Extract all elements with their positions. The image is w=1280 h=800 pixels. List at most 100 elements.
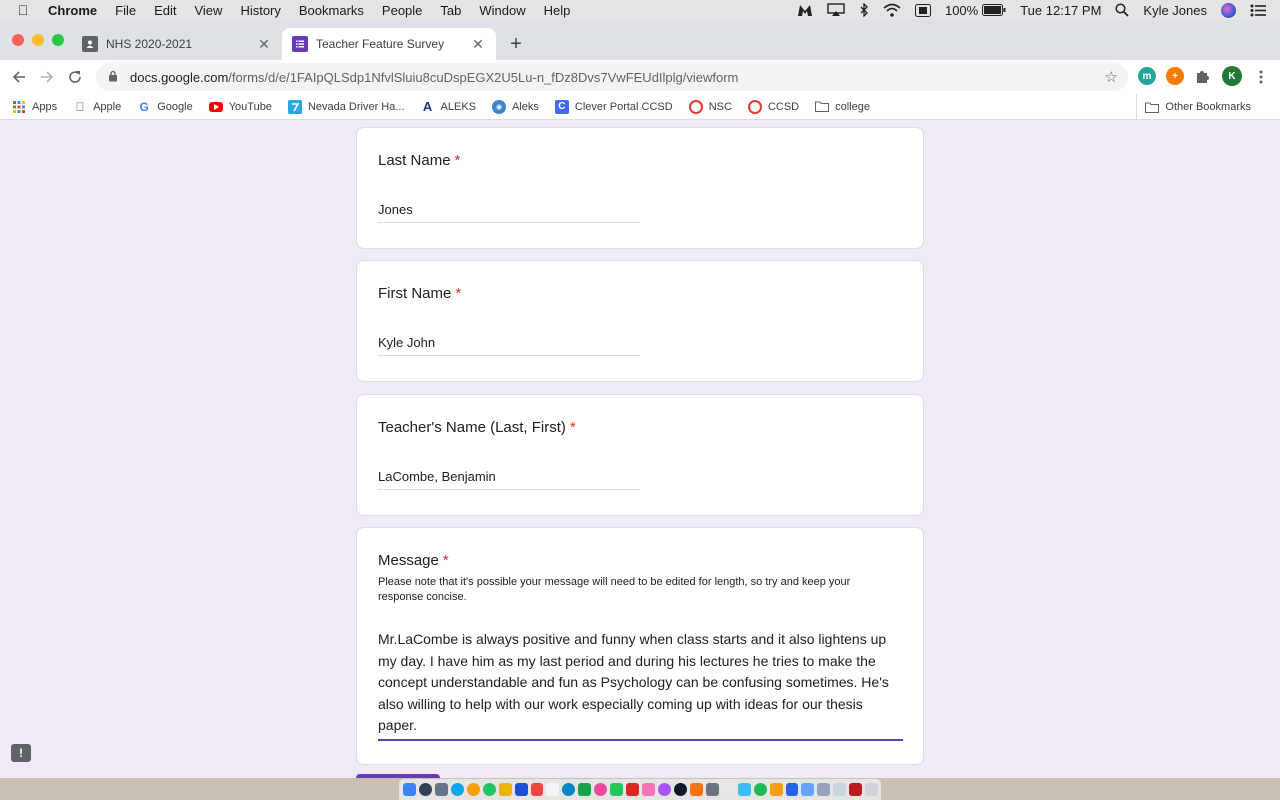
messages-icon[interactable] — [610, 783, 624, 796]
other-bookmarks-folder[interactable]: Other Bookmarks — [1136, 94, 1251, 120]
calendar-icon[interactable] — [914, 3, 931, 17]
airplay-icon[interactable] — [827, 3, 845, 17]
menu-window[interactable]: Window — [479, 3, 525, 18]
menu-history[interactable]: History — [240, 3, 280, 18]
launchpad-icon[interactable] — [418, 783, 432, 796]
menu-edit[interactable]: Edit — [154, 3, 176, 18]
chrome-dock-icon[interactable] — [466, 783, 480, 796]
bookmark-google[interactable]: G Google — [137, 100, 193, 114]
reload-icon[interactable] — [64, 66, 86, 88]
tv-icon[interactable] — [673, 783, 687, 796]
tab-teacher-feature-survey[interactable]: Teacher Feature Survey ✕ — [282, 28, 496, 60]
spotify-icon[interactable] — [753, 783, 767, 796]
bookmark-nsc[interactable]: NSC — [688, 99, 732, 114]
extension-plus-icon[interactable]: + — [1166, 67, 1184, 85]
maps-icon[interactable] — [578, 783, 592, 796]
bookmark-folder-college[interactable]: college — [815, 100, 870, 114]
menu-file[interactable]: File — [115, 3, 136, 18]
system-preferences-icon[interactable] — [705, 783, 719, 796]
bookmark-apps[interactable]: Apps — [12, 100, 57, 114]
back-arrow-icon[interactable] — [8, 66, 30, 88]
news-icon[interactable] — [626, 783, 640, 796]
clever-c-icon: C — [554, 99, 569, 114]
app-icon[interactable] — [737, 783, 751, 796]
last-name-input[interactable]: Jones — [378, 202, 640, 223]
bookmark-nevada-driver[interactable]: Nevada Driver Ha... — [287, 99, 405, 114]
menubar-user[interactable]: Kyle Jones — [1143, 3, 1207, 18]
bluetooth-icon[interactable] — [859, 3, 869, 17]
apple-icon[interactable]:  — [14, 2, 32, 18]
macos-menu-bar:  Chrome File Edit View History Bookmark… — [0, 0, 1280, 20]
app-icon[interactable] — [482, 783, 496, 796]
menu-tab[interactable]: Tab — [440, 3, 461, 18]
app-icon[interactable] — [849, 783, 863, 796]
spotlight-icon[interactable] — [1115, 3, 1130, 17]
google-forms-icon — [292, 36, 308, 52]
nsc-icon — [688, 99, 703, 114]
report-feedback-icon[interactable]: ! — [11, 744, 31, 762]
tab-nhs[interactable]: NHS 2020-2021 ✕ — [72, 28, 282, 60]
bookmark-aleks[interactable]: A ALEKS — [421, 99, 476, 114]
message-textarea[interactable]: Mr.LaCombe is always positive and funny … — [378, 629, 903, 741]
tab-close-icon[interactable]: ✕ — [256, 36, 272, 53]
word-icon[interactable] — [514, 783, 528, 796]
battery-icon — [982, 4, 1006, 16]
first-name-input[interactable]: Kyle John — [378, 335, 640, 356]
bookmark-aleks-2[interactable]: ◉ Aleks — [492, 99, 539, 114]
app-icon[interactable] — [721, 783, 735, 796]
app-icon[interactable] — [434, 783, 448, 796]
finder-icon[interactable] — [403, 783, 416, 796]
notes-icon[interactable] — [498, 783, 512, 796]
menu-app-name[interactable]: Chrome — [48, 3, 97, 18]
podcasts-icon[interactable] — [658, 783, 671, 796]
app-icon[interactable] — [833, 783, 847, 796]
music-icon[interactable] — [642, 783, 655, 796]
maximize-window-button[interactable] — [52, 34, 64, 46]
chrome-menu-icon[interactable] — [1250, 66, 1272, 88]
menu-bookmarks[interactable]: Bookmarks — [299, 3, 364, 18]
app-icon[interactable] — [817, 783, 831, 796]
trash-icon[interactable] — [865, 783, 879, 796]
profile-avatar[interactable]: K — [1222, 66, 1242, 86]
app-icon[interactable] — [546, 783, 560, 796]
app-icon[interactable] — [801, 783, 815, 796]
wifi-icon[interactable] — [883, 3, 901, 17]
bookmark-clever[interactable]: C Clever Portal CCSD — [554, 99, 673, 114]
question-description: Please note that it's possible your mess… — [378, 576, 851, 603]
address-bar[interactable]: docs.google.com/forms/d/e/1FAIpQLSdp1Nfv… — [96, 63, 1128, 91]
app-store-icon[interactable] — [562, 783, 576, 796]
malwarebytes-icon[interactable] — [797, 3, 813, 17]
menu-people[interactable]: People — [382, 3, 422, 18]
calendar-dock-icon[interactable] — [530, 783, 544, 796]
forward-arrow-icon[interactable] — [36, 66, 58, 88]
bookmark-youtube[interactable]: YouTube — [208, 101, 272, 113]
teacher-name-input[interactable]: LaCombe, Benjamin — [378, 469, 640, 490]
bookmark-apple[interactable]:  Apple — [73, 100, 122, 114]
lock-icon[interactable] — [108, 70, 120, 85]
question-last-name: Last Name * Jones — [356, 127, 924, 249]
photos-icon[interactable] — [594, 783, 608, 796]
contact-card-icon — [82, 36, 98, 52]
app-icon[interactable] — [769, 783, 783, 796]
close-window-button[interactable] — [12, 34, 24, 46]
app-icon[interactable] — [785, 783, 799, 796]
extension-m-icon[interactable]: m — [1138, 67, 1156, 85]
notification-center-icon[interactable] — [1250, 4, 1266, 17]
menu-view[interactable]: View — [194, 3, 222, 18]
extensions-puzzle-icon[interactable] — [1194, 67, 1212, 85]
new-tab-button[interactable]: + — [504, 32, 528, 56]
books-icon[interactable] — [689, 783, 703, 796]
menu-help[interactable]: Help — [544, 3, 571, 18]
bookmark-label: Clever Portal CCSD — [574, 100, 673, 113]
bookmark-ccsd[interactable]: CCSD — [747, 99, 799, 114]
browser-toolbar: docs.google.com/forms/d/e/1FAIpQLSdp1Nfv… — [0, 60, 1280, 94]
menubar-clock[interactable]: Tue 12:17 PM — [1020, 3, 1101, 18]
minimize-window-button[interactable] — [32, 34, 44, 46]
tab-close-icon[interactable]: ✕ — [470, 36, 486, 53]
siri-icon[interactable] — [1221, 2, 1236, 18]
submit-button[interactable] — [356, 774, 440, 778]
question-label: Teacher's Name (Last, First) — [378, 419, 566, 436]
battery-status[interactable]: 100% — [945, 3, 1006, 18]
bookmark-star-icon[interactable]: ☆ — [1105, 68, 1118, 86]
safari-icon[interactable] — [450, 783, 464, 796]
